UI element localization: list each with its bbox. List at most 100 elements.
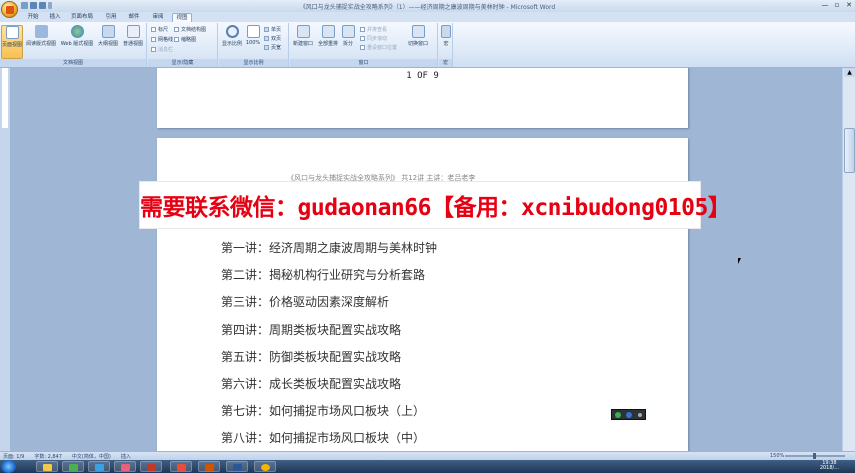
- tab-references[interactable]: 引用: [102, 13, 120, 22]
- print-layout-icon: [5, 26, 19, 39]
- status-insert-mode[interactable]: 插入: [121, 453, 131, 460]
- thumbnails-checkbox[interactable]: 缩略图: [174, 36, 196, 43]
- taskbar-word[interactable]: [226, 461, 248, 472]
- taskbar-app[interactable]: [88, 461, 110, 472]
- maximize-button[interactable]: ▫: [831, 0, 843, 10]
- office-button[interactable]: [1, 1, 18, 18]
- system-clock[interactable]: 19:38 2018/...: [820, 461, 839, 471]
- one-page-button[interactable]: 单页: [264, 26, 281, 33]
- arrange-all-button[interactable]: 全部重排: [316, 25, 340, 47]
- office-logo-icon: [6, 6, 14, 14]
- scroll-thumb[interactable]: [844, 128, 855, 173]
- tab-mailings[interactable]: 邮件: [125, 13, 143, 22]
- web-layout-button[interactable]: Web 版式视图: [59, 25, 95, 47]
- new-window-icon: [296, 25, 310, 38]
- vertical-ruler[interactable]: [0, 68, 10, 451]
- lesson-item: 第六讲：成长类板块配置实战攻略: [221, 376, 402, 391]
- group-label-macros: 宏: [439, 59, 452, 67]
- scroll-up-icon[interactable]: ▲: [844, 68, 855, 77]
- magnifier-icon: [225, 25, 239, 38]
- app-icon: [121, 464, 130, 471]
- message-bar-checkbox: 消息栏: [151, 46, 173, 53]
- zoom-slider[interactable]: [785, 453, 845, 459]
- split-button[interactable]: 拆分: [341, 25, 355, 47]
- tab-home[interactable]: 开始: [24, 13, 42, 22]
- group-window: 新建窗口 全部重排 拆分 并排查看 同步滚动 重设窗口位置 切换窗口 窗口: [290, 23, 438, 67]
- chrome-icon: [261, 464, 270, 471]
- status-words[interactable]: 字数: 2,847: [34, 453, 62, 460]
- taskbar-app[interactable]: [198, 461, 220, 472]
- tab-view[interactable]: 视图: [172, 13, 192, 22]
- banner-text: 需要联系微信：gudaonan66【备用：xcnibudong0105】: [140, 195, 731, 221]
- zoom-level[interactable]: 150%: [770, 453, 784, 459]
- document-area[interactable]: 1 OF 9 《风口与龙头捕捉实战全攻略系列》 共12讲 主讲：老吕老李 第一讲…: [10, 68, 842, 451]
- app-icon: [177, 464, 186, 471]
- status-bar: 页面: 1/9 字数: 2,847 中文(简体，中国) 插入 150%: [0, 451, 855, 460]
- print-layout-button[interactable]: 页面视图: [1, 25, 23, 59]
- lesson-item: 第五讲：防御类板块配置实战攻略: [221, 349, 402, 364]
- app-icon: [69, 464, 78, 471]
- word-icon: [233, 464, 242, 471]
- taskbar-app[interactable]: [114, 461, 136, 472]
- ruler-checkbox[interactable]: 标尺: [151, 26, 168, 33]
- group-zoom: 显示比例 100% 单页 双页 页宽 显示比例: [219, 23, 289, 67]
- taskbar-app[interactable]: [62, 461, 84, 472]
- sync-scroll-icon: [360, 36, 365, 41]
- outline-button[interactable]: 大纲视图: [96, 25, 120, 47]
- lesson-item: 第一讲：经济周期之康波周期与美林时钟: [221, 241, 438, 255]
- ime-menu-icon[interactable]: [638, 412, 643, 417]
- draft-icon: [126, 25, 140, 38]
- zoom-100-icon: [246, 25, 260, 38]
- reset-position-icon: [360, 45, 365, 50]
- taskbar-app[interactable]: [140, 461, 162, 472]
- minimize-button[interactable]: —: [819, 0, 831, 10]
- taskbar-app[interactable]: [36, 461, 58, 472]
- app-icon: [147, 464, 156, 471]
- group-label-window: 窗口: [290, 59, 437, 67]
- zoom-100-button[interactable]: 100%: [244, 25, 262, 46]
- status-language[interactable]: 中文(简体，中国): [72, 453, 111, 460]
- status-page[interactable]: 页面: 1/9: [3, 453, 24, 460]
- page-width-button[interactable]: 页宽: [264, 44, 281, 51]
- document-map-checkbox[interactable]: 文档结构图: [174, 26, 206, 33]
- taskbar: 19:38 2018/...: [0, 460, 855, 473]
- ime-help-icon[interactable]: [626, 411, 633, 418]
- ime-toolbar[interactable]: [611, 409, 646, 420]
- app-icon: [205, 464, 214, 471]
- close-button[interactable]: ✕: [843, 0, 855, 10]
- lesson-item: 第八讲：如何捕捉市场风口板块（中）: [221, 431, 426, 446]
- vertical-scrollbar[interactable]: ▲: [842, 68, 855, 451]
- group-label-zoom: 显示比例: [219, 59, 288, 67]
- title-bar: 《风口与龙头捕捉实战全攻略系列》（1）——经济周期之康波周期与美林时钟 - Mi…: [0, 0, 855, 18]
- taskbar-app[interactable]: [254, 461, 276, 472]
- draft-button[interactable]: 普通视图: [121, 25, 145, 47]
- lesson-list: 第一讲：经济周期之康波周期与美林时钟 第二讲：揭秘机构行业研究与分析套路 第三讲…: [221, 235, 437, 451]
- reset-window-position-button: 重设窗口位置: [360, 44, 397, 51]
- two-pages-button[interactable]: 双页: [264, 35, 281, 42]
- group-show-hide: 标尺 网格线 消息栏 文档结构图 缩略图 显示/隐藏: [148, 23, 218, 67]
- ribbon-tabs: 开始 插入 页面布局 引用 邮件 审阅 视图: [0, 12, 855, 22]
- watermark-banner: 需要联系微信：gudaonan66【备用：xcnibudong0105】: [139, 181, 731, 229]
- gridlines-checkbox[interactable]: 网格线: [151, 36, 173, 43]
- web-layout-icon: [70, 25, 84, 38]
- one-page-icon: [264, 27, 269, 32]
- tab-review[interactable]: 审阅: [149, 13, 167, 22]
- tab-insert[interactable]: 插入: [46, 13, 64, 22]
- taskbar-app[interactable]: [170, 461, 192, 472]
- tab-page-layout[interactable]: 页面布局: [68, 13, 96, 22]
- zoom-button[interactable]: 显示比例: [221, 25, 243, 47]
- zoom-slider-thumb[interactable]: [813, 453, 816, 459]
- macro-icon: [441, 25, 451, 38]
- switch-windows-button[interactable]: 切换窗口: [406, 25, 430, 47]
- full-screen-reading-button[interactable]: 阅读版式视图: [24, 25, 58, 47]
- group-macros: 宏 宏: [439, 23, 453, 67]
- start-button[interactable]: [1, 460, 16, 473]
- two-pages-icon: [264, 36, 269, 41]
- group-label-show-hide: 显示/隐藏: [148, 59, 217, 67]
- lesson-item: 第七讲：如何捕捉市场风口板块（上）: [221, 404, 426, 419]
- new-window-button[interactable]: 新建窗口: [292, 25, 314, 47]
- ribbon: 页面视图 阅读版式视图 Web 版式视图 大纲视图 普通视图 文档视图 标尺 网…: [0, 22, 855, 68]
- macros-button[interactable]: 宏: [440, 25, 452, 47]
- switch-windows-icon: [411, 25, 425, 38]
- split-icon: [341, 25, 355, 38]
